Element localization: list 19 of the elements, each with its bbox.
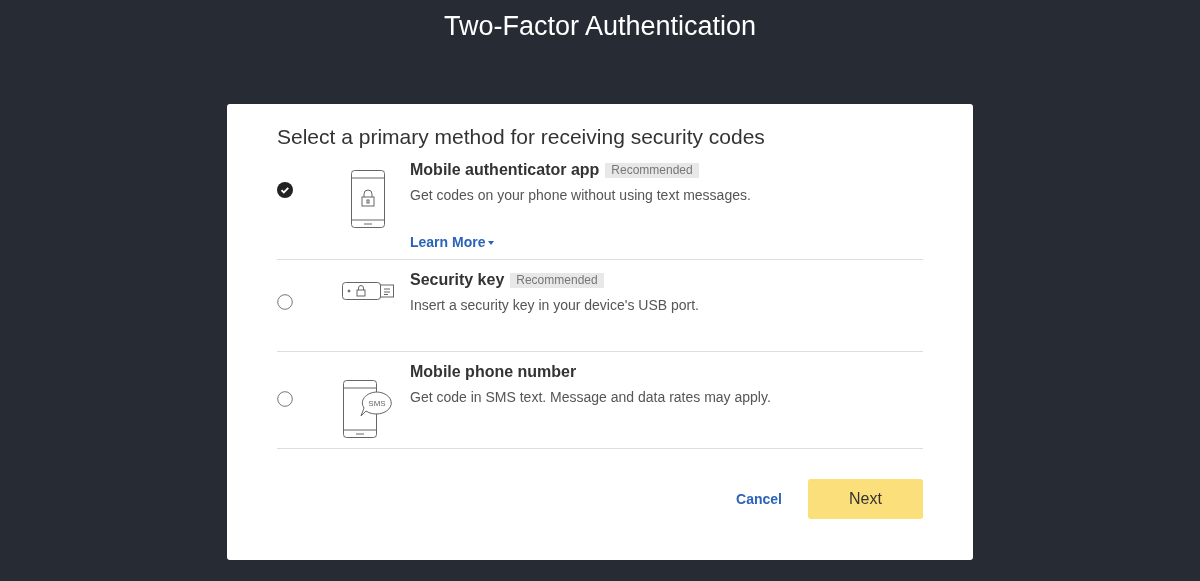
option-description: Get codes on your phone without using text messages. — [410, 186, 751, 205]
option-description: Get code in SMS text. Message and data rates may apply. — [410, 388, 771, 407]
learn-more-link[interactable]: Learn More — [410, 232, 751, 253]
dialog-heading: Select a primary method for receiving security codes — [277, 124, 766, 150]
option-title: Security key — [410, 270, 505, 290]
option-title: Mobile authenticator app — [410, 160, 600, 180]
recommended-badge: Recommended — [605, 162, 699, 178]
phone-lock-icon — [350, 170, 385, 228]
cancel-button[interactable]: Cancel — [736, 488, 782, 510]
radio-button[interactable] — [277, 391, 293, 407]
radio-checked[interactable] — [277, 182, 293, 198]
option-title: Mobile phone number — [410, 362, 577, 382]
caret-icon — [488, 240, 495, 245]
radio-button[interactable] — [277, 294, 293, 310]
next-button[interactable]: Next — [808, 479, 923, 519]
page-title: Two-Factor Authentication — [443, 10, 757, 43]
option-description: Insert a security key in your device's USB port. — [410, 296, 699, 315]
recommended-badge: Recommended — [510, 272, 604, 288]
security-key-icon — [341, 282, 394, 300]
